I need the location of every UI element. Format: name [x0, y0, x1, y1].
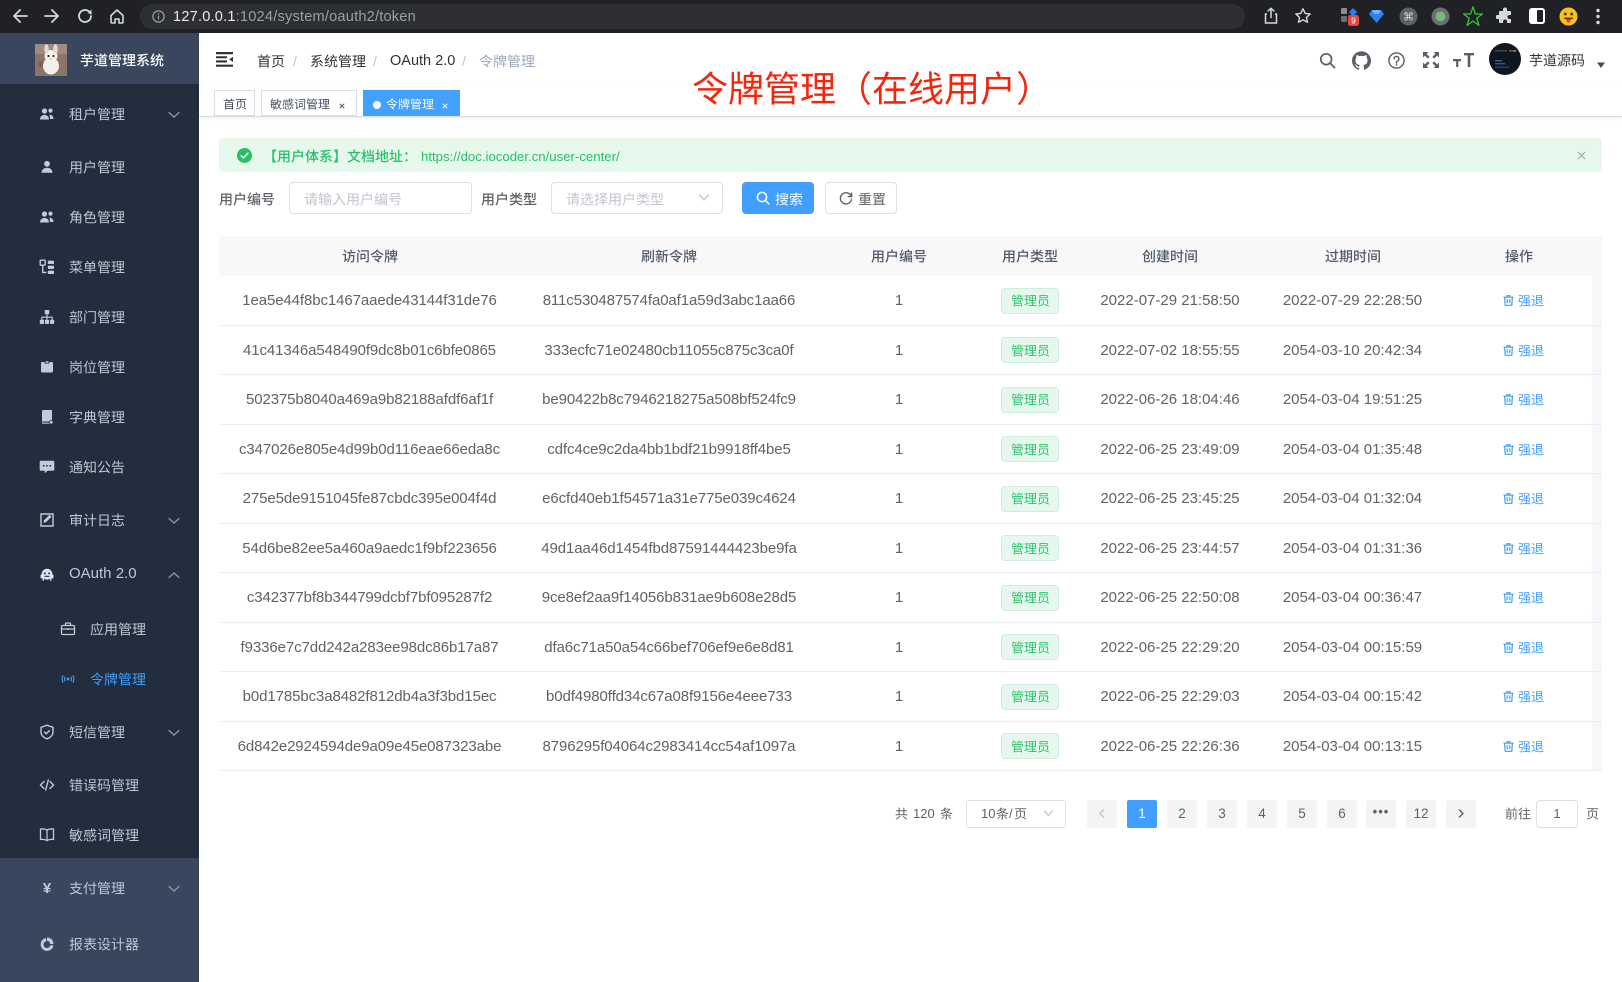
svg-text:9: 9 [1351, 16, 1356, 26]
svg-text:⌘: ⌘ [1403, 12, 1414, 24]
svg-text:¥: ¥ [43, 880, 52, 896]
